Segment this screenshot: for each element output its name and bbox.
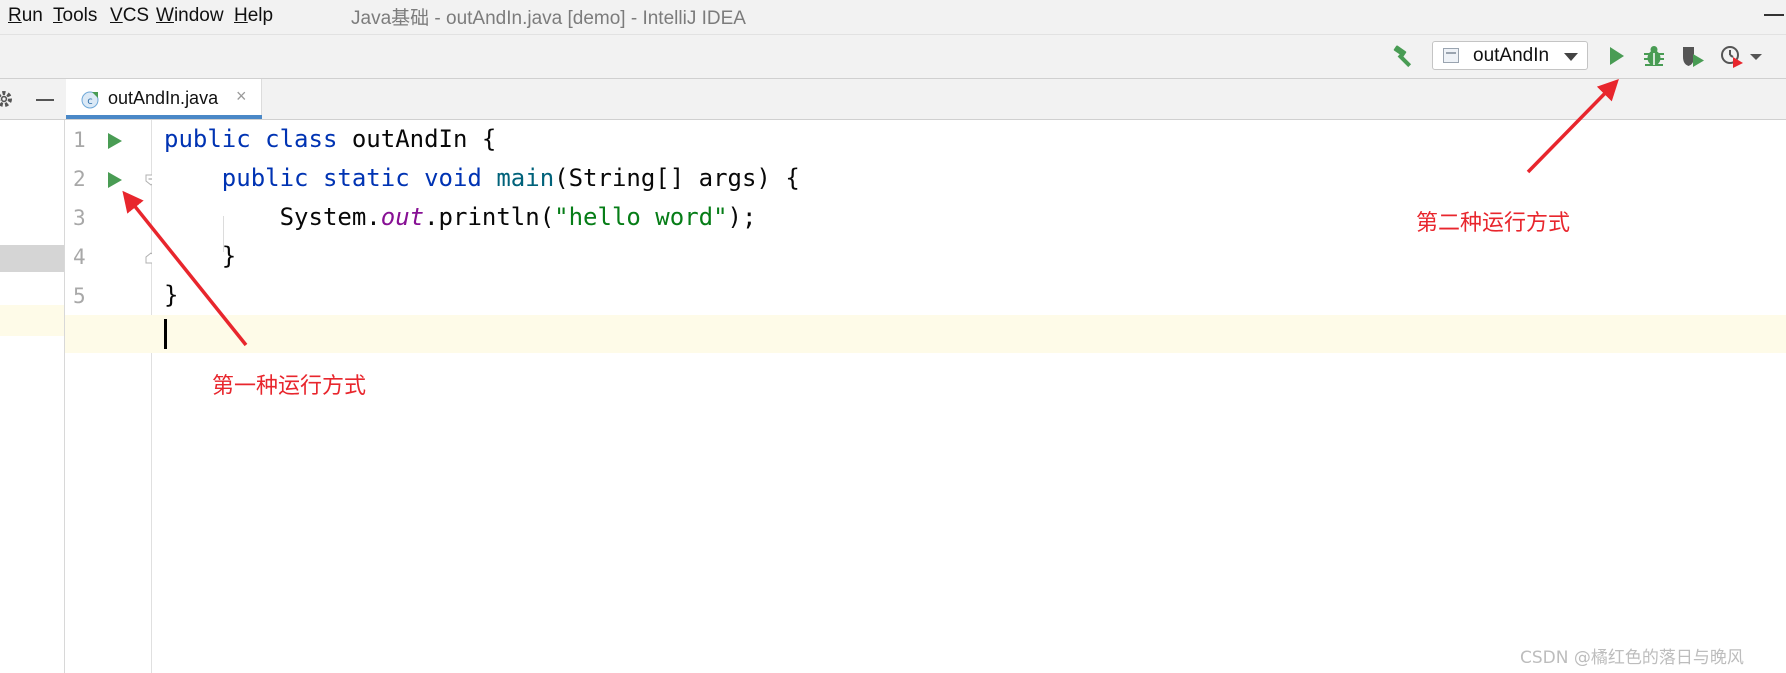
tab-label: outAndIn.java: [108, 88, 219, 108]
active-tab-indicator: [66, 115, 262, 119]
run-configuration-label: outAndIn: [1473, 45, 1550, 66]
main-toolbar: outAndIn: [0, 35, 1786, 79]
chevron-down-icon[interactable]: [1748, 43, 1764, 69]
line-number: 3: [73, 206, 86, 230]
profile-icon[interactable]: [1719, 43, 1745, 69]
close-icon[interactable]: ×: [236, 86, 247, 107]
application-config-icon: [1443, 48, 1459, 63]
code-line-5[interactable]: }: [164, 276, 178, 314]
svg-text:c: c: [87, 96, 93, 107]
run-class-gutter-icon[interactable]: [105, 131, 125, 151]
project-tool-window[interactable]: [0, 120, 65, 673]
code-line-3[interactable]: System.out.println("hello word");: [164, 198, 757, 236]
code-editor[interactable]: public class outAndIn { public static vo…: [65, 120, 1786, 673]
menu-run[interactable]: Run: [8, 5, 43, 27]
caret-row-highlight: [0, 305, 64, 336]
menu-bar: Run Tools VCS Window Help Java基础 - outAn…: [0, 0, 1786, 35]
hide-panel-button[interactable]: [36, 99, 54, 101]
code-line-4[interactable]: }: [164, 237, 236, 275]
selected-tree-row[interactable]: [0, 245, 64, 272]
debug-icon[interactable]: [1641, 43, 1667, 69]
run-main-gutter-icon[interactable]: [105, 170, 125, 190]
hammer-icon[interactable]: [1391, 45, 1415, 69]
editor-gutter[interactable]: 1 2 3 4 5 6: [65, 120, 157, 673]
line-number: 1: [73, 128, 86, 152]
annotation-second-method: 第二种运行方式: [1416, 211, 1571, 236]
editor-tab-strip: c outAndIn.java ×: [0, 79, 1786, 120]
window-title: Java基础 - outAndIn.java [demo] - IntelliJ…: [351, 8, 746, 29]
caret-row-highlight: [65, 315, 1786, 353]
chevron-down-icon: [1564, 53, 1578, 61]
coverage-icon[interactable]: [1680, 43, 1706, 69]
menu-window[interactable]: Window: [156, 5, 224, 27]
gear-icon[interactable]: [0, 89, 14, 109]
line-number: 5: [73, 284, 86, 308]
line-number: 4: [73, 245, 86, 269]
run-icon[interactable]: [1603, 43, 1629, 69]
minimize-window-button[interactable]: [1764, 14, 1784, 16]
menu-help[interactable]: Help: [234, 5, 273, 27]
line-number: 2: [73, 167, 86, 191]
watermark: CSDN @橘红色的落日与晚风: [1520, 648, 1744, 668]
run-configuration-selector[interactable]: outAndIn: [1432, 41, 1588, 70]
tab-outandin-java[interactable]: c outAndIn.java ×: [66, 79, 262, 119]
menu-tools[interactable]: Tools: [53, 5, 97, 27]
java-class-icon: c: [81, 91, 99, 109]
code-line-1[interactable]: public class outAndIn {: [164, 120, 496, 158]
text-caret: [164, 319, 167, 349]
annotation-first-method: 第一种运行方式: [212, 374, 367, 399]
code-line-2[interactable]: public static void main(String[] args) {: [164, 159, 800, 197]
menu-vcs[interactable]: VCS: [110, 5, 149, 27]
